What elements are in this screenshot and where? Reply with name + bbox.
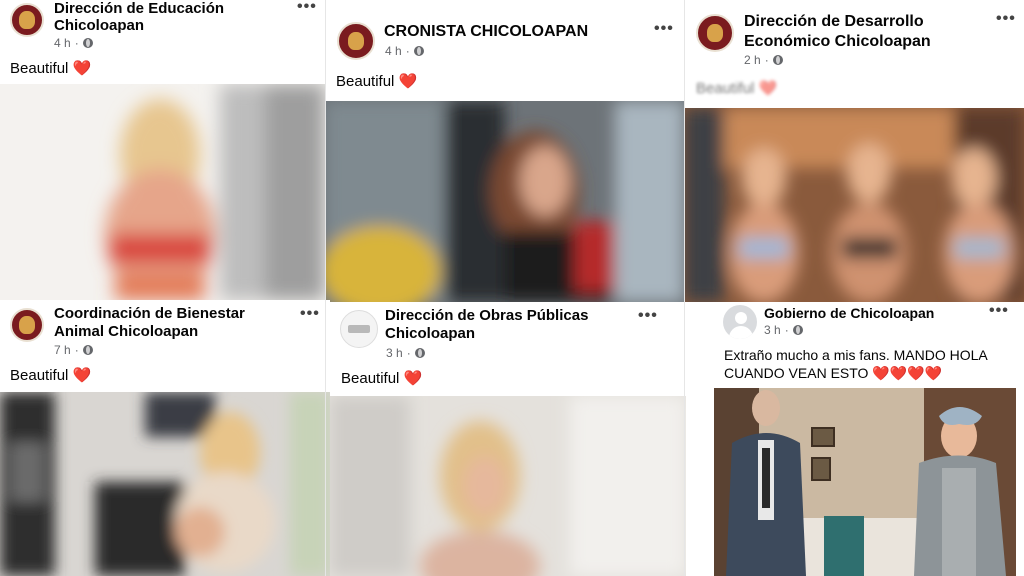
post-time[interactable]: 7 h: [54, 343, 71, 357]
caption-text: Beautiful: [10, 60, 69, 77]
meta-separator: ·: [74, 343, 79, 357]
page-name[interactable]: Gobierno de Chicoloapan: [764, 305, 934, 322]
post-photo[interactable]: [0, 84, 325, 300]
post-caption: Extraño mucho a mis fans. MANDO HOLA CUA…: [724, 346, 1014, 382]
globe-icon: [82, 345, 93, 355]
caption-text: Beautiful: [341, 370, 400, 387]
heart-emoji: ❤️: [403, 370, 423, 387]
post-card-1: Dirección de Educación Chicoloapan 4 h ·…: [0, 0, 325, 300]
heart-emoji: ❤️❤️❤️❤️: [872, 365, 943, 381]
post-photo[interactable]: [325, 101, 684, 302]
grid-divider: [325, 0, 326, 576]
heart-emoji: ❤️: [72, 367, 92, 384]
meta-separator: ·: [406, 346, 411, 360]
more-options-icon[interactable]: •••: [638, 307, 658, 325]
blurred-photo: [325, 101, 684, 302]
meta-separator: ·: [764, 53, 769, 67]
page-avatar[interactable]: [696, 14, 734, 52]
period-drama-photo: [714, 388, 1016, 576]
page-name[interactable]: Coordinación de Bienestar Animal Chicolo…: [54, 305, 245, 341]
more-options-icon[interactable]: •••: [996, 10, 1016, 28]
globe-icon: [413, 46, 424, 56]
globe-icon: [414, 348, 425, 358]
blurred-photo: [0, 84, 325, 300]
post-meta: 3 h ·: [386, 346, 425, 360]
post-meta: 2 h ·: [744, 53, 783, 67]
post-caption: Beautiful ❤️: [341, 369, 422, 387]
crest-icon: [19, 11, 35, 29]
post-time[interactable]: 2 h: [744, 53, 761, 67]
more-options-icon[interactable]: •••: [989, 302, 1009, 320]
post-caption: Beautiful ❤️: [10, 59, 91, 77]
meta-separator: ·: [405, 44, 410, 58]
post-photo[interactable]: [684, 108, 1024, 302]
page-name[interactable]: Dirección de Desarrollo Económico Chicol…: [744, 12, 931, 52]
post-photo[interactable]: [0, 392, 330, 576]
caption-text: Beautiful: [696, 80, 755, 97]
post-caption: Beautiful ❤️: [336, 72, 417, 90]
more-options-icon[interactable]: •••: [300, 305, 320, 323]
page-name[interactable]: Dirección de Obras Públicas Chicoloapan: [385, 307, 588, 343]
post-time[interactable]: 3 h: [386, 346, 403, 360]
globe-icon: [792, 325, 803, 335]
blurred-photo: [0, 392, 330, 576]
post-card-6: Gobierno de Chicoloapan 3 h · ••• Extrañ…: [686, 302, 1024, 576]
post-time[interactable]: 4 h: [54, 36, 71, 50]
caption-text: Beautiful: [336, 73, 395, 90]
page-avatar[interactable]: [10, 3, 44, 37]
blurred-photo: [330, 396, 686, 576]
more-options-icon[interactable]: •••: [297, 0, 317, 16]
heart-emoji: ❤️: [72, 60, 92, 77]
page-avatar[interactable]: [337, 22, 375, 60]
crest-icon: [348, 32, 364, 50]
post-caption: Beautiful ❤️: [696, 79, 777, 97]
post-meta: 4 h ·: [54, 36, 93, 50]
avatar-body: [729, 326, 753, 339]
meta-separator: ·: [784, 323, 789, 337]
heart-emoji: ❤️: [398, 73, 418, 90]
post-card-3: Dirección de Desarrollo Económico Chicol…: [684, 0, 1024, 302]
page-avatar[interactable]: [340, 310, 378, 348]
post-time[interactable]: 3 h: [764, 323, 781, 337]
post-time[interactable]: 4 h: [385, 44, 402, 58]
post-card-4: Coordinación de Bienestar Animal Chicolo…: [0, 300, 330, 576]
globe-icon: [772, 55, 783, 65]
globe-icon: [82, 38, 93, 48]
obras-logo-icon: [348, 325, 370, 333]
crest-icon: [707, 24, 723, 42]
post-meta: 7 h ·: [54, 343, 93, 357]
blurred-photo: [684, 108, 1024, 302]
post-card-2: CRONISTA CHICOLOAPAN 4 h · ••• Beautiful…: [325, 0, 684, 302]
page-name[interactable]: CRONISTA CHICOLOAPAN: [384, 23, 588, 40]
post-meta: 4 h ·: [385, 44, 424, 58]
caption-text: Beautiful: [10, 367, 69, 384]
more-options-icon[interactable]: •••: [654, 20, 674, 38]
page-avatar[interactable]: [723, 305, 757, 339]
meta-separator: ·: [74, 36, 79, 50]
grid-divider: [684, 0, 685, 576]
post-photo[interactable]: [714, 388, 1016, 576]
crest-icon: [19, 316, 35, 334]
page-avatar[interactable]: [10, 308, 44, 342]
page-name[interactable]: Dirección de Educación Chicoloapan: [54, 0, 224, 34]
caption-text: Extraño mucho a mis fans. MANDO HOLA CUA…: [724, 347, 988, 381]
heart-emoji: ❤️: [758, 80, 778, 97]
post-photo[interactable]: [330, 396, 686, 576]
post-meta: 3 h ·: [764, 323, 803, 337]
post-caption: Beautiful ❤️: [10, 366, 91, 384]
post-card-5: Dirección de Obras Públicas Chicoloapan …: [330, 302, 686, 576]
avatar-head: [735, 312, 747, 324]
